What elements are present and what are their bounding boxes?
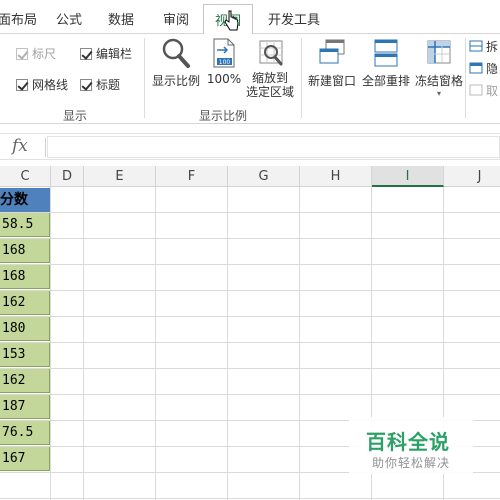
gridline	[227, 187, 228, 500]
hide-icon	[469, 62, 483, 74]
gridline	[299, 187, 300, 500]
table-cell[interactable]: 187	[0, 395, 50, 419]
table-cell[interactable]: 167	[0, 447, 50, 471]
unhide-icon	[469, 84, 483, 96]
freeze-panes-icon	[427, 40, 451, 64]
gridline	[0, 316, 500, 317]
svg-text:100: 100	[219, 59, 231, 66]
total-score-header-text: 总分数	[0, 192, 28, 208]
gridline	[0, 238, 500, 239]
column-header-d[interactable]: D	[51, 166, 84, 187]
ribbon-view: 标尺 编辑栏 网格线 标题 显示 显示比例 100 100% 缩放到 选定区域 …	[0, 34, 500, 124]
chevron-down-icon: ▾	[436, 89, 441, 98]
headings-checkbox[interactable]: 标题	[80, 76, 120, 92]
formula-bar-checkbox[interactable]: 编辑栏	[80, 45, 132, 61]
freeze-panes-label: 冻结窗格	[414, 74, 463, 88]
table-cell[interactable]: 162	[0, 369, 50, 393]
unhide-label: 取	[486, 84, 499, 98]
gridlines-label: 网格线	[32, 78, 69, 92]
zoom-100-icon: 100	[213, 38, 235, 68]
zoom-button-label: 显示比例	[151, 74, 200, 88]
table-cell[interactable]: 153	[0, 343, 50, 367]
mouse-cursor-icon	[224, 10, 239, 31]
split-label: 拆	[486, 40, 499, 54]
gridline	[50, 187, 51, 500]
checkbox-box	[80, 48, 92, 60]
new-window-icon	[319, 39, 345, 64]
tab-data[interactable]: 数据	[108, 9, 134, 28]
show-group-label: 显示	[63, 109, 88, 123]
watermark-subtitle: 助你轻松解决	[372, 456, 451, 470]
unhide-button[interactable]: 取	[469, 82, 498, 100]
formula-bar-divider	[45, 138, 46, 157]
gridline	[0, 342, 500, 343]
tab-developer[interactable]: 开发工具	[268, 9, 320, 28]
formula-bar-label: 编辑栏	[96, 47, 133, 61]
zoom-to-selection-label-1: 缩放到	[251, 71, 288, 85]
checkbox-box	[16, 48, 28, 60]
zoom-group-label: 显示比例	[199, 109, 248, 123]
cell-total-score-header[interactable]: 总分数	[0, 188, 50, 212]
column-header-c[interactable]: C	[0, 166, 51, 187]
gridline	[0, 498, 500, 499]
zoom-selection-icon	[259, 40, 283, 66]
ruler-checkbox[interactable]: 标尺	[16, 45, 56, 61]
watermark-logo: 百科全说 助你轻松解决	[349, 417, 473, 474]
zoom-to-selection-label-2: 选定区域	[245, 85, 294, 99]
ribbon-tab-bar: 面布局 公式 数据 审阅 视图 开发工具	[0, 0, 500, 35]
formula-bar: fx	[0, 133, 500, 160]
table-cell[interactable]: 168	[0, 265, 50, 289]
gridline	[83, 187, 84, 500]
zoom-button[interactable]: 显示比例	[150, 36, 202, 89]
tab-review[interactable]: 审阅	[163, 9, 189, 28]
table-cell[interactable]: 168	[0, 239, 50, 263]
insert-function-icon[interactable]: fx	[12, 136, 28, 156]
new-window-label: 新建窗口	[307, 74, 356, 88]
formula-input[interactable]	[47, 136, 500, 158]
arrange-all-button[interactable]: 全部重排	[360, 36, 412, 89]
watermark-title: 百科全说	[366, 430, 450, 454]
zoom-100-button[interactable]: 100 100%	[205, 36, 243, 86]
hide-label: 隐	[486, 62, 499, 76]
gridline	[0, 394, 500, 395]
freeze-panes-button[interactable]: 冻结窗格 ▾	[413, 36, 465, 99]
new-window-button[interactable]: 新建窗口	[306, 36, 358, 89]
tab-page-layout[interactable]: 面布局	[0, 9, 37, 28]
table-cell[interactable]: 76.5	[0, 421, 50, 445]
tab-formulas[interactable]: 公式	[56, 9, 82, 28]
magnifier-icon	[162, 38, 190, 68]
split-button[interactable]: 拆	[469, 38, 498, 56]
gridline	[0, 368, 500, 369]
gridlines-checkbox[interactable]: 网格线	[16, 76, 68, 92]
column-header-g[interactable]: G	[228, 166, 300, 187]
group-divider	[301, 38, 302, 118]
gridline	[0, 212, 500, 213]
arrange-all-label: 全部重排	[361, 74, 410, 88]
column-header-i[interactable]: I	[372, 166, 444, 187]
table-cell[interactable]: 58.5	[0, 213, 50, 237]
split-icon	[469, 40, 483, 52]
zoom-100-label: 100%	[206, 72, 242, 86]
column-header-f[interactable]: F	[156, 166, 228, 187]
arrange-all-icon	[374, 39, 398, 67]
zoom-to-selection-button[interactable]: 缩放到 选定区域	[244, 36, 296, 99]
group-divider	[144, 38, 145, 118]
table-cell[interactable]: 162	[0, 291, 50, 315]
gridline	[155, 187, 156, 500]
hide-button[interactable]: 隐	[469, 60, 498, 78]
group-divider	[465, 38, 466, 118]
column-header-j[interactable]: J	[444, 166, 500, 187]
headings-label: 标题	[96, 78, 121, 92]
gridline	[0, 290, 500, 291]
column-header-h[interactable]: H	[300, 166, 372, 187]
checkbox-box	[80, 79, 92, 91]
column-header-e[interactable]: E	[84, 166, 156, 187]
ruler-label: 标尺	[32, 47, 57, 61]
gridline	[0, 264, 500, 265]
table-cell[interactable]: 180	[0, 317, 50, 341]
checkbox-box	[16, 79, 28, 91]
